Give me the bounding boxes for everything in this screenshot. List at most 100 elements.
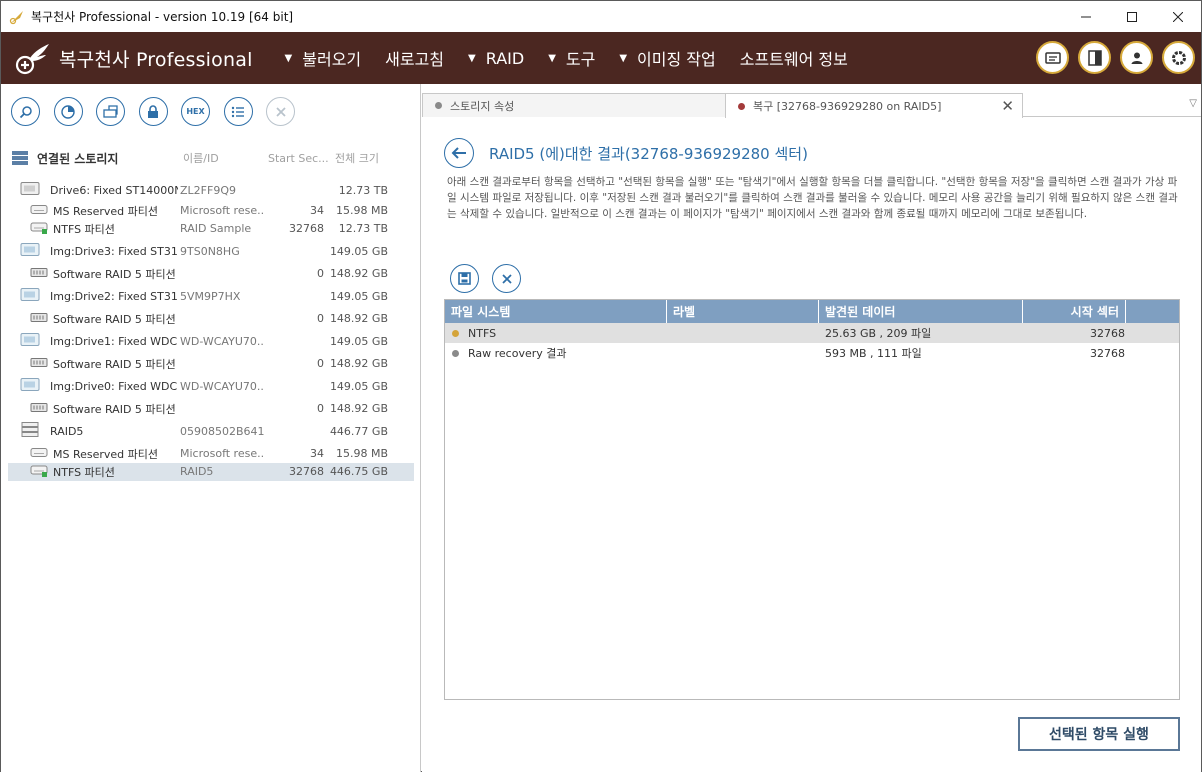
minimize-button[interactable]	[1063, 1, 1109, 32]
menu-refresh[interactable]: 새로고침	[385, 46, 444, 70]
storage-item-id: RAID Sample	[180, 222, 252, 235]
search-button[interactable]	[11, 97, 40, 126]
partition-icon	[30, 203, 48, 218]
storage-item[interactable]: Software RAID 5 파티션 0 148.92 GB	[8, 355, 414, 373]
tab-storage-properties[interactable]: 스토리지 속성	[422, 93, 726, 117]
storage-item[interactable]: MS Reserved 파티션 Microsoft rese... 34 15.98 …	[8, 445, 414, 463]
storage-item[interactable]: Software RAID 5 파티션 0 148.92 GB	[8, 400, 414, 418]
storage-item-id: 5VM9P7HX	[180, 289, 241, 303]
column-header-found-data[interactable]: 발견된 데이터	[819, 300, 1023, 323]
column-header-start-sector[interactable]: 시작 섹터	[1023, 300, 1126, 323]
storage-item-start-sector: 0	[317, 267, 324, 280]
storage-item-size: 148.92 GB	[329, 357, 388, 370]
storage-item[interactable]: Img:Drive0: Fixed WDC ... WD-WCAYU70... 14…	[8, 373, 414, 400]
storage-item-name: MS Reserved 파티션	[53, 447, 159, 461]
storage-item-size: 12.73 TB	[338, 222, 388, 235]
maximize-button[interactable]	[1109, 1, 1155, 32]
menu-label: RAID	[485, 48, 525, 68]
back-button[interactable]	[444, 138, 474, 168]
storage-item-size: 149.05 GB	[329, 244, 388, 258]
storage-item-id: ZL2FF9Q9	[180, 183, 236, 197]
table-row[interactable]: NTFS 25.63 GB , 209 파일 32768	[445, 323, 1179, 343]
storage-item-start-sector: 32768	[289, 222, 324, 235]
storage-item-name: MS Reserved 파티션	[53, 204, 159, 218]
storage-item[interactable]: RAID5 05908502B641... 446.77 GB	[8, 418, 414, 445]
column-header-size[interactable]: 전체 크기	[335, 150, 379, 166]
storage-item-size: 149.05 GB	[329, 334, 388, 348]
column-header-filesystem[interactable]: 파일 시스템	[445, 300, 667, 323]
storage-item-start-sector: 34	[310, 204, 324, 217]
save-icon	[458, 272, 471, 285]
storage-item[interactable]: Drive6: Fixed ST14000N...ZL2FF9Q9 12.73 T…	[8, 179, 414, 202]
storage-item-start-sector: 0	[317, 312, 324, 325]
menu-label: 이미징 작업	[637, 50, 716, 69]
remove-button[interactable]	[266, 97, 295, 126]
tab-close-icon[interactable]: ✕	[1001, 97, 1014, 115]
run-selected-button[interactable]: 선택된 항목 실행	[1018, 717, 1180, 751]
lock-button[interactable]	[138, 97, 168, 126]
storage-item-id: RAID5	[180, 465, 214, 478]
hex-viewer-button[interactable]: HEX	[181, 97, 210, 126]
menu-load[interactable]: ▼ 불러오기	[285, 46, 362, 70]
user-icon	[1131, 52, 1142, 64]
panel-toggle-button[interactable]	[1078, 41, 1111, 74]
storage-item[interactable]: MS Reserved 파티션 Microsoft rese... 34 15.98 …	[8, 202, 414, 220]
storage-item-size: 149.05 GB	[329, 289, 388, 303]
cell-found-data: 25.63 GB , 209 파일	[825, 327, 932, 340]
storage-item-selected[interactable]: NTFS 파티션 RAID5 32768 446.75 GB	[8, 462, 414, 481]
storage-item-id: 05908502B641...	[180, 424, 264, 438]
storage-item-id: WD-WCAYU70...	[180, 334, 264, 348]
table-row[interactable]: Raw recovery 결과 593 MB , 111 파일 32768	[445, 343, 1179, 363]
storage-item[interactable]: Software RAID 5 파티션 0 148.92 GB	[8, 310, 414, 328]
raid-partition-icon	[30, 311, 48, 326]
storage-item[interactable]: Software RAID 5 파티션 0 148.92 GB	[8, 265, 414, 283]
title-bar[interactable]: 복구천사 Professional - version 10.19 [64 bi…	[1, 1, 1201, 32]
menu-raid[interactable]: ▼ RAID	[468, 49, 524, 68]
status-dot	[452, 330, 459, 337]
save-result-button[interactable]	[450, 264, 479, 293]
settings-button[interactable]	[1162, 41, 1195, 74]
close-button[interactable]	[1155, 1, 1201, 32]
storage-item[interactable]: NTFS 파티션 RAID Sample 32768 12.73 TB	[8, 220, 414, 238]
menu-about[interactable]: 소프트웨어 정보	[740, 46, 848, 70]
list-view-button[interactable]	[223, 97, 253, 126]
raid-partition-icon	[30, 356, 48, 371]
tab-list-dropdown-icon[interactable]: ▽	[1189, 98, 1197, 109]
storage-item-start-sector: 0	[317, 402, 324, 415]
storage-stack-icon	[12, 151, 28, 165]
menu-tools[interactable]: ▼ 도구	[548, 46, 595, 70]
account-button[interactable]	[1120, 41, 1153, 74]
storage-item-size: 149.05 GB	[329, 379, 388, 393]
menu-label: 소프트웨어 정보	[739, 50, 848, 69]
caret-down-icon: ▼	[284, 52, 293, 64]
tab-recovery-result[interactable]: 복구 [32768-936929280 on RAID5] ✕	[725, 93, 1023, 118]
storage-item[interactable]: Img:Drive2: Fixed ST31... 5VM9P7HX 149.05 …	[8, 283, 414, 310]
storage-item-name: Software RAID 5 파티션	[53, 402, 176, 416]
menu-label: 새로고침	[385, 50, 445, 69]
hex-icon: HEX	[186, 107, 205, 116]
tab-status-dot	[435, 102, 442, 109]
lock-icon	[148, 104, 158, 118]
menu-imaging[interactable]: ▼ 이미징 작업	[619, 46, 715, 70]
storage-item[interactable]: Img:Drive3: Fixed ST31... 9TS0N8HG 149.05 …	[8, 238, 414, 265]
storage-item-start-sector: 34	[310, 447, 324, 460]
license-button[interactable]	[1036, 41, 1069, 74]
column-header-label[interactable]: 라벨	[667, 300, 819, 323]
menu-label: 도구	[565, 50, 596, 69]
cell-filesystem: NTFS	[468, 326, 497, 340]
scan-button[interactable]	[53, 97, 83, 126]
storage-item-name: Software RAID 5 파티션	[53, 357, 176, 371]
create-image-button[interactable]	[96, 97, 125, 126]
image-file-icon	[102, 104, 118, 118]
app-window: 복구천사 Professional - version 10.19 [64 bi…	[0, 0, 1202, 772]
column-header-id[interactable]: 이름/ID	[183, 150, 219, 166]
delete-result-button[interactable]	[492, 264, 521, 293]
storage-item-name: NTFS 파티션	[53, 222, 115, 236]
storage-item[interactable]: Img:Drive1: Fixed WDC ... WD-WCAYU70... 14…	[8, 328, 414, 355]
result-title: RAID5 (에)대한 결과(32768-936929280 섹터)	[489, 145, 808, 163]
column-header-start[interactable]: Start Sec...	[268, 152, 329, 165]
storage-item-size: 15.98 MB	[335, 447, 388, 460]
cell-found-data: 593 MB , 111 파일	[825, 347, 922, 360]
gear-icon	[1171, 50, 1186, 65]
raid-partition-icon	[30, 266, 48, 281]
